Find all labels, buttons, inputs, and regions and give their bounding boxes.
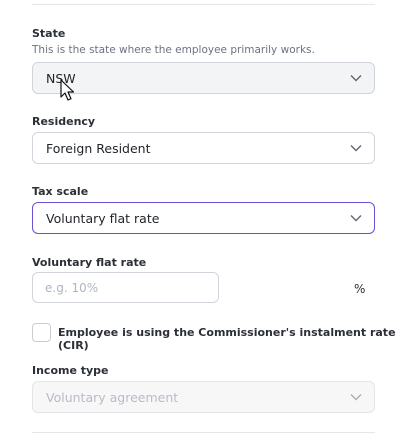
tax-settings-form: State This is the state where the employ… bbox=[0, 0, 418, 437]
income-type-select-value: Voluntary agreement bbox=[46, 389, 179, 405]
residency-select[interactable]: Foreign Resident bbox=[32, 132, 375, 164]
chevron-down-icon bbox=[350, 212, 362, 224]
voluntary-flat-rate-placeholder: e.g. 10% bbox=[45, 280, 99, 295]
state-select[interactable]: NSW bbox=[32, 62, 375, 94]
bottom-divider bbox=[32, 432, 375, 433]
tax-scale-select-value: Voluntary flat rate bbox=[46, 210, 160, 226]
chevron-down-icon bbox=[350, 142, 362, 154]
income-type-select: Voluntary agreement bbox=[32, 381, 375, 413]
cir-checkbox-label[interactable]: Employee is using the Commissioner's ins… bbox=[58, 326, 418, 352]
state-label: State bbox=[32, 27, 66, 40]
top-divider bbox=[32, 4, 375, 5]
voluntary-flat-rate-label: Voluntary flat rate bbox=[32, 256, 147, 269]
chevron-down-icon bbox=[350, 391, 362, 403]
residency-select-value: Foreign Resident bbox=[46, 140, 151, 156]
residency-label: Residency bbox=[32, 115, 96, 128]
state-help-text: This is the state where the employee pri… bbox=[32, 44, 315, 56]
tax-scale-select[interactable]: Voluntary flat rate bbox=[32, 202, 375, 234]
state-select-value: NSW bbox=[46, 70, 76, 86]
chevron-down-icon bbox=[350, 72, 362, 84]
income-type-label: Income type bbox=[32, 364, 109, 377]
percent-unit-label: % bbox=[354, 282, 366, 296]
tax-scale-label: Tax scale bbox=[32, 185, 89, 198]
voluntary-flat-rate-input[interactable]: e.g. 10% bbox=[32, 272, 219, 303]
cir-checkbox[interactable] bbox=[32, 323, 51, 342]
